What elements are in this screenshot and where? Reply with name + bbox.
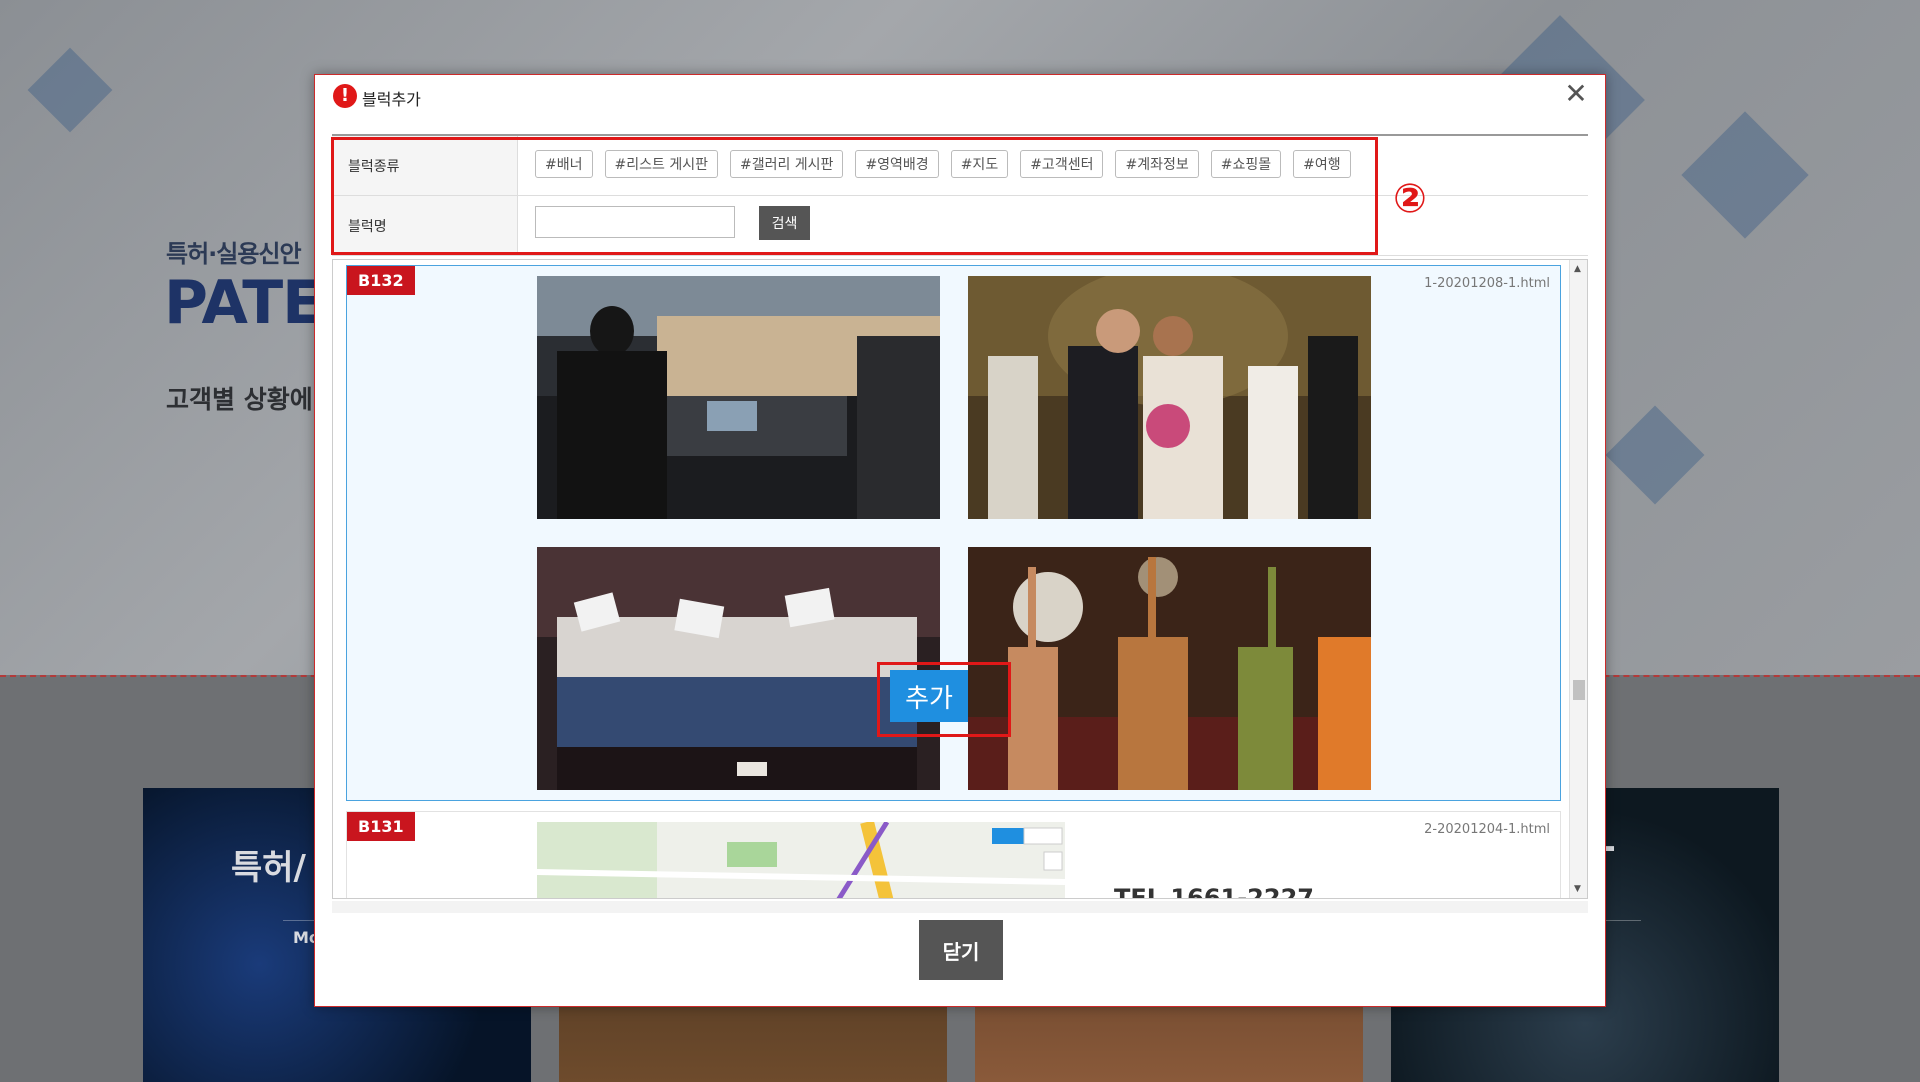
tag-map[interactable]: #지도 [950, 150, 1009, 178]
scroll-up-arrow-icon[interactable]: ▲ [1574, 264, 1581, 274]
audience-reading-scripts-photo [537, 547, 940, 790]
tag-shopping-mall[interactable]: #쇼핑몰 [1210, 150, 1282, 178]
map-tel-text: TEL 1661-2227 [1114, 884, 1314, 899]
block-id-badge: B132 [347, 266, 415, 295]
stage-bow-photo [968, 547, 1371, 790]
block-name-input[interactable] [535, 206, 735, 238]
hero-title: PATE [164, 268, 323, 338]
tag-area-background[interactable]: #영역배경 [855, 150, 939, 178]
card-title: 특허/ [231, 848, 306, 888]
search-button[interactable]: 검색 [759, 206, 810, 240]
block-filename: 1-20201208-1.html [1424, 276, 1550, 291]
block-item[interactable]: B132 1-20201208-1.html 추가 [346, 265, 1561, 801]
block-type-label: 블럭종류 [332, 136, 518, 195]
close-icon[interactable]: ✕ [1561, 79, 1591, 109]
decor-shard [1681, 111, 1809, 239]
tag-account-info[interactable]: #계좌정보 [1115, 150, 1199, 178]
hero-subtitle: 특허·실용신안 [166, 240, 302, 268]
add-block-button[interactable]: 추가 [890, 670, 968, 722]
decor-shard [1605, 405, 1705, 505]
map-preview [537, 822, 1065, 898]
block-filename: 2-20201204-1.html [1424, 822, 1550, 837]
tag-customer-center[interactable]: #고객센터 [1020, 150, 1104, 178]
tag-gallery-board[interactable]: #갤러리 게시판 [729, 150, 844, 178]
add-block-modal: ! 블럭추가 ✕ 블럭종류 #배너 #리스트 게시판 #갤러리 게시판 #영역배… [314, 74, 1606, 1007]
hero-description: 고객별 상황에 [166, 385, 313, 414]
modal-footer-bar [332, 901, 1588, 913]
mixing-console-photo [537, 276, 940, 519]
block-id-badge: B131 [347, 812, 415, 841]
block-list: B132 1-20201208-1.html 추가 B131 2-2020120… [332, 259, 1588, 899]
list-scrollbar[interactable]: ▲ ▼ [1569, 260, 1587, 898]
scroll-thumb[interactable] [1573, 680, 1585, 700]
block-name-label: 블럭명 [332, 196, 518, 255]
modal-header: ! 블럭추가 ✕ [315, 75, 1605, 125]
block-item[interactable]: B131 2-20201204-1.html TEL 1661-2227 [346, 811, 1561, 899]
scroll-down-arrow-icon[interactable]: ▼ [1574, 884, 1581, 894]
close-button[interactable]: 닫기 [919, 920, 1003, 980]
tag-list: #배너 #리스트 게시판 #갤러리 게시판 #영역배경 #지도 #고객센터 #계… [535, 150, 1351, 178]
alert-icon: ! [333, 84, 357, 108]
decor-shard [27, 47, 113, 133]
modal-title: 블럭추가 [362, 90, 421, 109]
tag-banner[interactable]: #배너 [535, 150, 593, 178]
tag-travel[interactable]: #여행 [1293, 150, 1351, 178]
annotation-number: ② [1393, 176, 1427, 222]
wedding-couple-photo [968, 276, 1371, 519]
tag-list-board[interactable]: #리스트 게시판 [604, 150, 718, 178]
